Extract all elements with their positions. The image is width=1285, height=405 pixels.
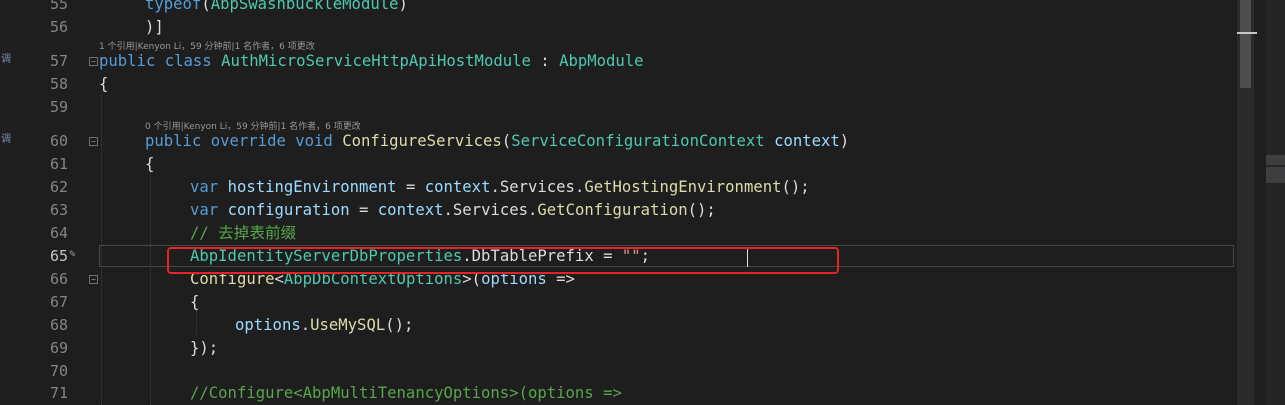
code-line-70[interactable]: 70 [0, 360, 1237, 383]
fold-minus-icon[interactable]: − [89, 275, 98, 284]
code-token: public [99, 52, 156, 70]
code-token: GetHostingEnvironment [584, 178, 782, 196]
code-line-60[interactable]: 60 − public override void ConfigureServi… [0, 130, 1237, 153]
code-token: AuthMicroServiceHttpApiHostModule [221, 52, 531, 70]
vertical-scrollbar[interactable] [1237, 0, 1254, 405]
line-number: 62 [49, 178, 68, 196]
code-token: ServiceConfigurationContext [511, 132, 765, 150]
code-editor[interactable]: 调 调 55 typeof(AbpSwashbuckleModule) 56 )… [0, 0, 1285, 405]
scrollbar-thumb[interactable] [1240, 0, 1251, 88]
code-token: ( [501, 132, 512, 150]
line-code: { [99, 75, 109, 93]
code-line-68[interactable]: 68 options.UseMySQL(); [0, 314, 1237, 337]
scroll-position-marker [1237, 32, 1257, 34]
code-token: . [528, 201, 538, 219]
code-line-64[interactable]: 64 // 去掉表前缀 [0, 222, 1237, 245]
line-number: 60 [49, 132, 68, 150]
line-number: 68 [49, 316, 68, 334]
code-token: class [164, 52, 212, 70]
right-side-panel [1266, 0, 1285, 405]
code-line-67[interactable]: 67 { [0, 291, 1237, 314]
code-token: ) [398, 0, 408, 13]
code-token: var [190, 178, 219, 196]
code-token: AbpModule [559, 52, 644, 70]
line-code: typeof(AbpSwashbuckleModule) [145, 0, 408, 16]
side-tab[interactable] [1266, 155, 1285, 165]
code-token: . [443, 201, 453, 219]
line-code: var hostingEnvironment = context.Service… [190, 176, 810, 199]
code-line-58[interactable]: 58 { [0, 73, 1237, 96]
line-code: { [145, 155, 155, 173]
code-token: = [349, 201, 378, 219]
line-number: 70 [49, 362, 68, 380]
code-line-56[interactable]: 56 )] [0, 16, 1237, 39]
code-token: = [396, 178, 425, 196]
code-token: GetConfiguration [537, 201, 688, 219]
highlight-annotation-box [167, 247, 839, 274]
code-token: ) [839, 132, 850, 150]
code-token: public [145, 132, 202, 150]
line-number: 58 [49, 75, 68, 93]
code-line-55[interactable]: 55 typeof(AbpSwashbuckleModule) [0, 0, 1237, 16]
line-number: 71 [49, 384, 68, 402]
pencil-icon[interactable]: ✎ [69, 247, 76, 260]
code-token: override [210, 132, 286, 150]
code-token: context [774, 132, 840, 150]
line-number: 59 [49, 98, 68, 116]
line-code: var configuration = context.Services.Get… [190, 199, 716, 222]
code-line-59[interactable]: 59 [0, 96, 1237, 119]
line-number: 61 [49, 155, 68, 173]
code-token: AbpSwashbuckleModule [210, 0, 399, 13]
line-code: public class AuthMicroServiceHttpApiHost… [99, 50, 644, 73]
code-token: (); [385, 316, 414, 334]
code-line-62[interactable]: 62 var hostingEnvironment = context.Serv… [0, 176, 1237, 199]
fold-minus-icon[interactable]: − [89, 57, 98, 66]
code-comment: // 去掉表前缀 [190, 224, 297, 242]
code-token: context [377, 201, 444, 219]
code-token: var [190, 201, 219, 219]
code-token: typeof [145, 0, 202, 13]
line-number: 55 [49, 0, 68, 13]
code-token: UseMySQL [310, 316, 386, 334]
code-token: (); [687, 201, 716, 219]
code-line-69[interactable]: 69 }); [0, 337, 1237, 360]
code-line-63[interactable]: 63 var configuration = context.Services.… [0, 199, 1237, 222]
line-number: 65 [49, 247, 68, 265]
code-token: (); [781, 178, 810, 196]
code-token: Services [499, 178, 575, 196]
line-code: { [190, 293, 200, 311]
line-code: )] [145, 18, 164, 36]
line-number: 64 [49, 224, 68, 242]
code-line-71[interactable]: 71 //Configure<AbpMultiTenancyOptions>(o… [0, 382, 1237, 405]
code-token: . [300, 316, 311, 334]
code-token: : [530, 52, 560, 70]
code-line-61[interactable]: 61 { [0, 153, 1237, 176]
line-number: 63 [49, 201, 68, 219]
line-code: public override void ConfigureServices(S… [145, 130, 849, 153]
line-number: 56 [49, 18, 68, 36]
code-token: Services [452, 201, 529, 219]
code-token: ConfigureServices [342, 132, 502, 150]
fold-minus-icon[interactable]: − [89, 137, 98, 146]
code-token: context [424, 178, 491, 196]
code-token: ( [201, 0, 211, 13]
code-token: . [574, 178, 585, 196]
line-number: 57 [49, 52, 68, 70]
code-line-57[interactable]: 57 − public class AuthMicroServiceHttpAp… [0, 50, 1237, 73]
code-token: hostingEnvironment [227, 178, 397, 196]
code-token: configuration [227, 201, 350, 219]
code-token: . [490, 178, 500, 196]
side-tab[interactable] [1266, 167, 1285, 183]
code-comment: //Configure<AbpMultiTenancyOptions>(opti… [190, 384, 622, 402]
line-number: 66 [49, 270, 68, 288]
code-token: void [295, 132, 333, 150]
line-code: options.UseMySQL(); [235, 314, 413, 337]
line-number: 69 [49, 339, 68, 357]
code-token: options [235, 316, 301, 334]
line-number: 67 [49, 293, 68, 311]
line-code: }); [190, 339, 219, 357]
